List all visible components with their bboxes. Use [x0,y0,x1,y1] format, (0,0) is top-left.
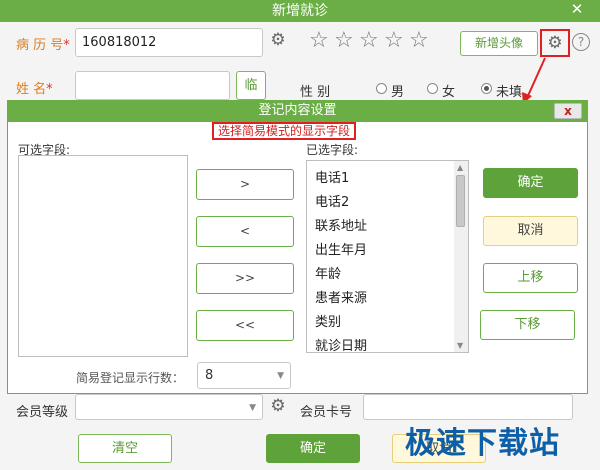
dialog-title-bar: 登记内容设置 [7,100,588,122]
move-down-button[interactable]: 下移 [480,310,575,340]
list-item[interactable]: 年龄 [315,263,341,282]
dialog-close-button[interactable]: x [554,103,582,119]
available-fields-list[interactable] [18,155,188,357]
member-card-label: 会员卡号 [300,405,353,420]
move-all-left-button[interactable]: << [196,310,294,341]
rows-count-select[interactable]: 8 ▼ [197,362,291,389]
gear-icon[interactable]: ⚙ [268,396,288,418]
scroll-down-icon[interactable]: ▼ [457,341,463,350]
list-item[interactable]: 电话2 [315,191,349,210]
scroll-thumb[interactable] [456,175,465,227]
list-item[interactable]: 电话1 [315,167,349,186]
selected-fields-label: 已选字段: [306,143,359,157]
confirm-button[interactable]: 确定 [266,434,360,463]
list-item[interactable]: 类别 [315,311,341,330]
rows-count-value: 8 [205,368,214,383]
chevron-down-icon: ▼ [277,371,284,381]
list-item[interactable]: 联系地址 [315,215,367,234]
dialog-title: 登记内容设置 [258,103,337,118]
selected-fields-list[interactable]: 电话1 电话2 联系地址 出生年月 年龄 患者来源 类别 就诊日期 ▲ ▼ [306,160,469,354]
scrollbar[interactable]: ▲ ▼ [454,161,468,352]
move-all-right-button[interactable]: >> [196,263,294,294]
move-up-button[interactable]: 上移 [483,263,578,293]
member-level-label: 会员等级 [16,405,69,420]
move-right-button[interactable]: > [196,169,294,200]
watermark: 极速下载站 [405,426,560,461]
clear-button[interactable]: 清空 [78,434,172,463]
dialog-cancel-button[interactable]: 取消 [483,216,578,246]
annotation-note: 选择简易模式的显示字段 [212,122,357,140]
move-left-button[interactable]: < [196,216,294,247]
chevron-down-icon: ▼ [249,403,256,413]
scroll-up-icon[interactable]: ▲ [457,163,463,172]
list-item[interactable]: 患者来源 [315,287,367,306]
list-item[interactable]: 出生年月 [315,239,367,258]
dialog-confirm-button[interactable]: 确定 [483,168,578,198]
list-item[interactable]: 就诊日期 [315,335,367,354]
rows-count-label: 简易登记显示行数： [76,371,185,385]
member-level-select[interactable]: ▼ [75,394,263,420]
member-card-input[interactable] [363,394,573,420]
annotation-arrow-line [526,57,546,99]
